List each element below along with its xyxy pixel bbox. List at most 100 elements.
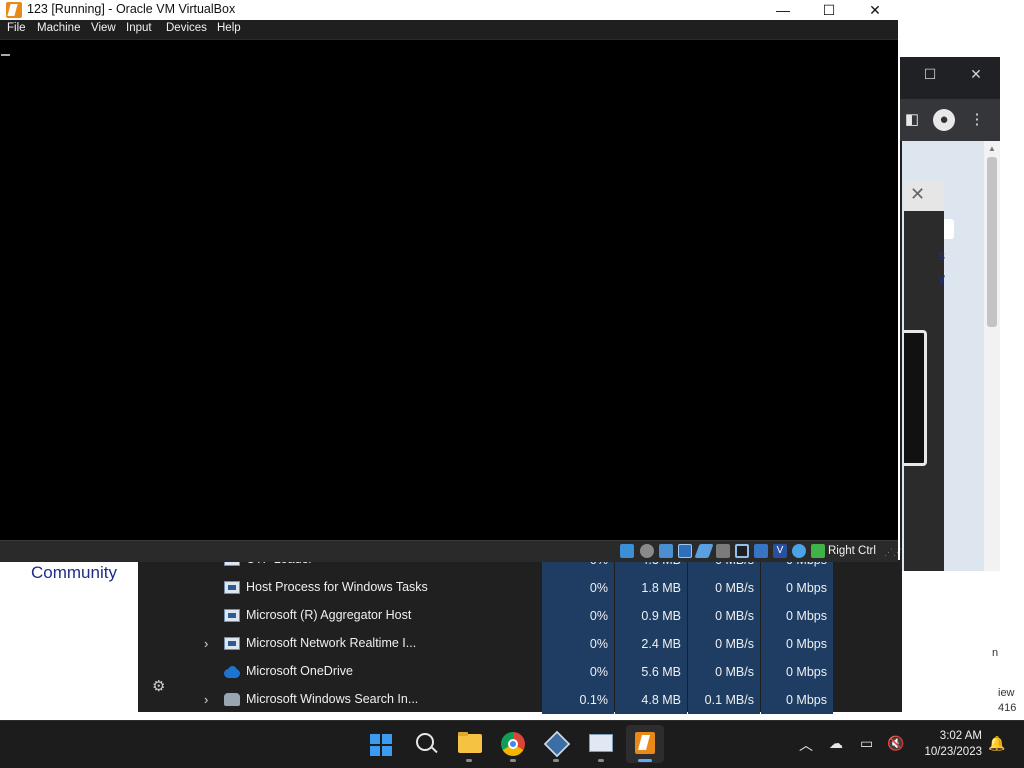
taskbar: ︿ ☁ ▭ 🔇 3:02 AM 10/23/2023 🔔 bbox=[0, 720, 1024, 768]
minimize-icon[interactable]: — bbox=[760, 0, 806, 20]
optical-drive-icon[interactable] bbox=[640, 544, 654, 558]
process-name: Microsoft (R) Aggregator Host bbox=[246, 608, 412, 622]
file-explorer-icon bbox=[458, 734, 482, 753]
clock-date[interactable]: 10/23/2023 bbox=[916, 746, 982, 758]
table-row[interactable]: Microsoft (R) Aggregator Host 0% 0.9 MB 0 M… bbox=[200, 602, 902, 630]
virtualbox-vm-button[interactable] bbox=[626, 725, 664, 763]
cpu-cell: 0.1% bbox=[542, 686, 614, 714]
file-explorer-icon-tab bbox=[458, 732, 468, 736]
close-icon[interactable]: ✕ bbox=[961, 63, 991, 85]
chrome-icon-center bbox=[508, 739, 518, 749]
shared-folders-icon[interactable] bbox=[716, 544, 730, 558]
chevron-up-icon[interactable]: ︿ bbox=[799, 735, 813, 755]
disk-cell: 0.1 MB/s bbox=[688, 686, 760, 714]
network-display-icon[interactable]: ▭ bbox=[860, 735, 873, 752]
table-row[interactable]: › Microsoft Windows Search In... 0.1% 4.8 M… bbox=[200, 686, 902, 714]
table-row[interactable]: Microsoft OneDrive 0% 5.6 MB 0 MB/s 0 Mbps bbox=[200, 658, 902, 686]
running-indicator bbox=[466, 759, 472, 762]
network-cell: 0 Mbps bbox=[761, 658, 833, 686]
background-text-fragment-line: iew bbox=[998, 687, 1015, 699]
notification-bell-icon[interactable]: 🔔 bbox=[988, 735, 1005, 752]
file-explorer-button[interactable] bbox=[450, 725, 488, 763]
table-row[interactable]: › Microsoft Network Realtime I... 0% 2.4 MB… bbox=[200, 630, 902, 658]
display-icon[interactable] bbox=[735, 544, 749, 558]
virtualbox-cube-icon bbox=[543, 730, 571, 758]
cpu-cell: 0% bbox=[542, 658, 614, 686]
host-key-label: Right Ctrl bbox=[828, 545, 876, 557]
close-icon[interactable]: ✕ bbox=[910, 184, 925, 205]
menu-machine[interactable]: Machine bbox=[37, 22, 80, 34]
memory-cell: 1.8 MB bbox=[615, 574, 687, 602]
virtualbox-app-icon bbox=[6, 2, 22, 18]
audio-icon[interactable] bbox=[659, 544, 673, 558]
close-icon[interactable]: ✕ bbox=[852, 0, 898, 20]
text-cursor bbox=[1, 54, 10, 56]
memory-cell: 4.8 MB bbox=[615, 686, 687, 714]
settings-gear-icon[interactable]: ⚙ bbox=[152, 677, 165, 695]
cpu-cell: 0% bbox=[542, 602, 614, 630]
resource-monitor-icon bbox=[589, 734, 613, 752]
running-indicator bbox=[553, 759, 559, 762]
virtualization-icon[interactable]: V bbox=[773, 544, 787, 558]
resource-monitor-button[interactable] bbox=[582, 725, 620, 763]
process-icon bbox=[224, 665, 240, 678]
memory-cell: 5.6 MB bbox=[615, 658, 687, 686]
scroll-up-icon[interactable]: ▲ bbox=[986, 143, 998, 155]
vm-statusbar: V Right Ctrl ⋰⋰ bbox=[0, 540, 902, 562]
dialog-link-fragment[interactable]: y bbox=[938, 270, 945, 286]
vm-display[interactable] bbox=[0, 40, 898, 540]
menu-help[interactable]: Help bbox=[217, 22, 241, 34]
background-text-fragment: n bbox=[992, 647, 999, 659]
process-name: Microsoft OneDrive bbox=[246, 664, 353, 678]
cpu-cell: 0% bbox=[542, 574, 614, 602]
network-cell: 0 Mbps bbox=[761, 602, 833, 630]
mouse-integration-icon[interactable] bbox=[792, 544, 806, 558]
process-name: Host Process for Windows Tasks bbox=[246, 580, 428, 594]
scroll-thumb[interactable] bbox=[987, 157, 997, 327]
maximize-icon[interactable]: ☐ bbox=[806, 0, 852, 20]
dialog-link-fragment[interactable]: s bbox=[938, 247, 945, 263]
table-row[interactable]: Host Process for Windows Tasks 0% 1.8 MB 0 … bbox=[200, 574, 902, 602]
clock-time[interactable]: 3:02 AM bbox=[936, 730, 982, 742]
dialog-input[interactable] bbox=[944, 219, 954, 239]
chevron-right-icon[interactable]: › bbox=[204, 636, 216, 651]
process-icon bbox=[224, 693, 240, 706]
memory-cell: 0.9 MB bbox=[615, 602, 687, 630]
side-panel-icon[interactable]: ◧ bbox=[901, 109, 923, 131]
menu-devices[interactable]: Devices bbox=[166, 22, 207, 34]
resize-grip-icon[interactable]: ⋰⋰ bbox=[884, 548, 902, 561]
recording-icon[interactable] bbox=[754, 544, 768, 558]
more-options-icon[interactable]: ⋮ bbox=[966, 109, 988, 131]
menu-view[interactable]: View bbox=[91, 22, 116, 34]
browser-titlebar: ☐ ✕ bbox=[900, 57, 1000, 99]
chevron-right-icon[interactable]: › bbox=[204, 692, 216, 707]
cpu-cell: 0% bbox=[542, 630, 614, 658]
menu-file[interactable]: File bbox=[7, 22, 26, 34]
process-name: Microsoft Network Realtime I... bbox=[246, 636, 417, 650]
vm-titlebar: 123 [Running] - Oracle VM VirtualBox — ☐… bbox=[0, 0, 898, 20]
maximize-icon[interactable]: ☐ bbox=[915, 63, 945, 85]
running-indicator bbox=[510, 759, 516, 762]
process-name: Microsoft Windows Search In... bbox=[246, 692, 419, 706]
search-icon-handle bbox=[431, 746, 438, 754]
volume-muted-icon[interactable]: 🔇 bbox=[887, 735, 904, 752]
browser-scrollbar[interactable]: ▲ bbox=[984, 141, 1000, 571]
menu-input[interactable]: Input bbox=[126, 22, 152, 34]
disk-cell: 0 MB/s bbox=[688, 630, 760, 658]
community-link[interactable]: Community bbox=[31, 563, 117, 583]
start-button[interactable] bbox=[361, 725, 399, 763]
profile-icon[interactable]: ● bbox=[933, 109, 955, 131]
onedrive-cloud-icon[interactable]: ☁ bbox=[829, 735, 843, 752]
search-button[interactable] bbox=[406, 725, 444, 763]
process-icon bbox=[224, 581, 240, 594]
task-manager-window: ⚙ CTF Loader0%4.3 MB0 MB/s0 MbpsHost Pro… bbox=[138, 546, 902, 714]
network-icon[interactable] bbox=[678, 544, 692, 558]
disk-cell: 0 MB/s bbox=[688, 602, 760, 630]
keyboard-icon[interactable] bbox=[811, 544, 825, 558]
background-text-fragment-line: 416 bbox=[998, 702, 1017, 714]
virtualbox-manager-button[interactable] bbox=[537, 725, 575, 763]
chrome-button[interactable] bbox=[494, 725, 532, 763]
disk-cell: 0 MB/s bbox=[688, 574, 760, 602]
usb-icon[interactable] bbox=[694, 544, 714, 558]
hard-disk-icon[interactable] bbox=[620, 544, 634, 558]
